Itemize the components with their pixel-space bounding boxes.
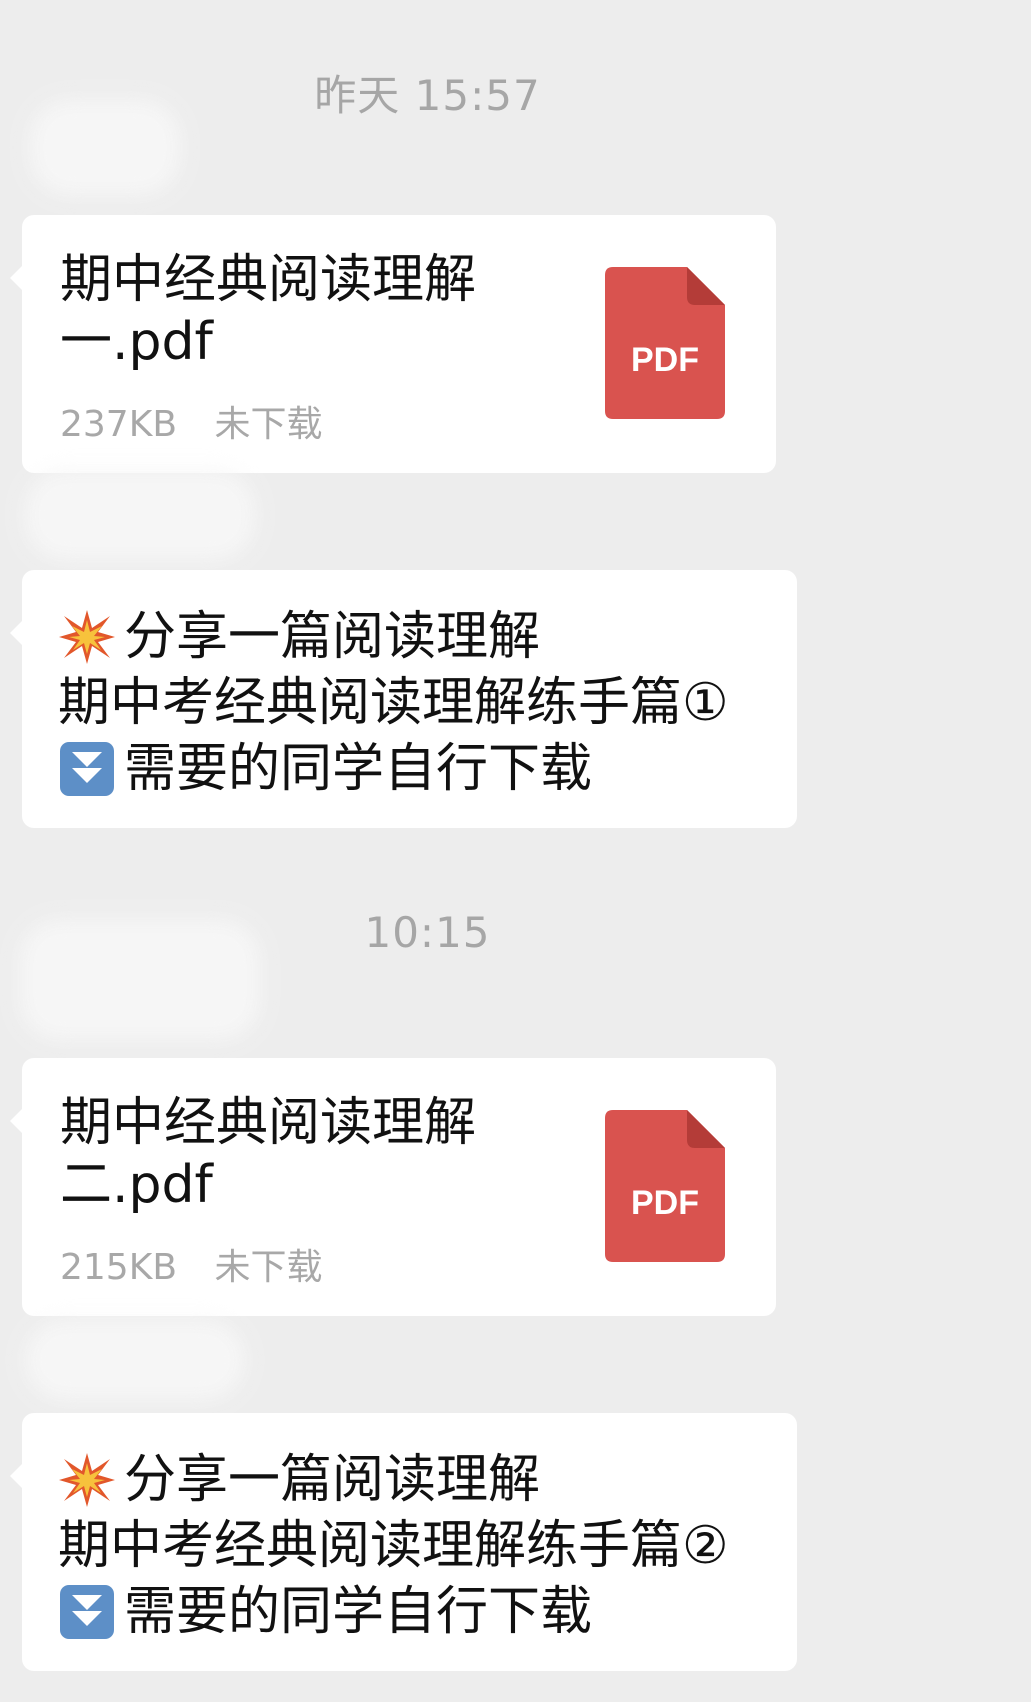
message-line: 分享一篇阅读理解 — [58, 1447, 729, 1513]
message-line: 分享一篇阅读理解 — [58, 604, 729, 670]
redacted-sender-name — [20, 920, 260, 1040]
file-meta: 215KB 未下载 — [60, 1238, 323, 1290]
message-line: 期中考经典阅读理解练手篇② — [58, 1516, 729, 1576]
down-arrow-emoji-icon — [58, 1583, 116, 1641]
message-text: 分享一篇阅读理解 期中考经典阅读理解练手篇① 需要的同学自行下载 — [58, 604, 729, 802]
redacted-sender-name — [30, 100, 180, 195]
message-text: 分享一篇阅读理解 期中考经典阅读理解练手篇② 需要的同学自行下载 — [58, 1447, 729, 1645]
file-message[interactable]: 期中经典阅读理解 一.pdf 237KB 未下载 PDF — [10, 215, 776, 473]
redacted-sender-name — [25, 1320, 245, 1400]
collision-emoji-icon — [58, 1451, 116, 1509]
pdf-icon: PDF — [605, 1110, 725, 1262]
file-name: 期中经典阅读理解 二.pdf — [60, 1093, 477, 1215]
text-message[interactable]: 分享一篇阅读理解 期中考经典阅读理解练手篇① 需要的同学自行下载 — [10, 570, 797, 828]
file-meta: 237KB 未下载 — [60, 395, 323, 447]
message-line: 期中考经典阅读理解练手篇① — [58, 673, 729, 733]
file-name: 期中经典阅读理解 一.pdf — [60, 250, 477, 372]
pdf-icon: PDF — [605, 267, 725, 419]
down-arrow-emoji-icon — [58, 740, 116, 798]
download-status: 未下载 — [214, 1247, 323, 1288]
collision-emoji-icon — [58, 608, 116, 666]
svg-text:PDF: PDF — [631, 1184, 699, 1222]
message-line: 需要的同学自行下载 — [58, 736, 729, 802]
svg-text:PDF: PDF — [631, 341, 699, 379]
message-line: 需要的同学自行下载 — [58, 1579, 729, 1645]
text-message[interactable]: 分享一篇阅读理解 期中考经典阅读理解练手篇② 需要的同学自行下载 — [10, 1413, 797, 1671]
file-size: 215KB — [60, 1247, 178, 1288]
redacted-sender-name — [25, 470, 255, 560]
file-size: 237KB — [60, 404, 178, 445]
download-status: 未下载 — [214, 404, 323, 445]
file-message[interactable]: 期中经典阅读理解 二.pdf 215KB 未下载 PDF — [10, 1058, 776, 1316]
